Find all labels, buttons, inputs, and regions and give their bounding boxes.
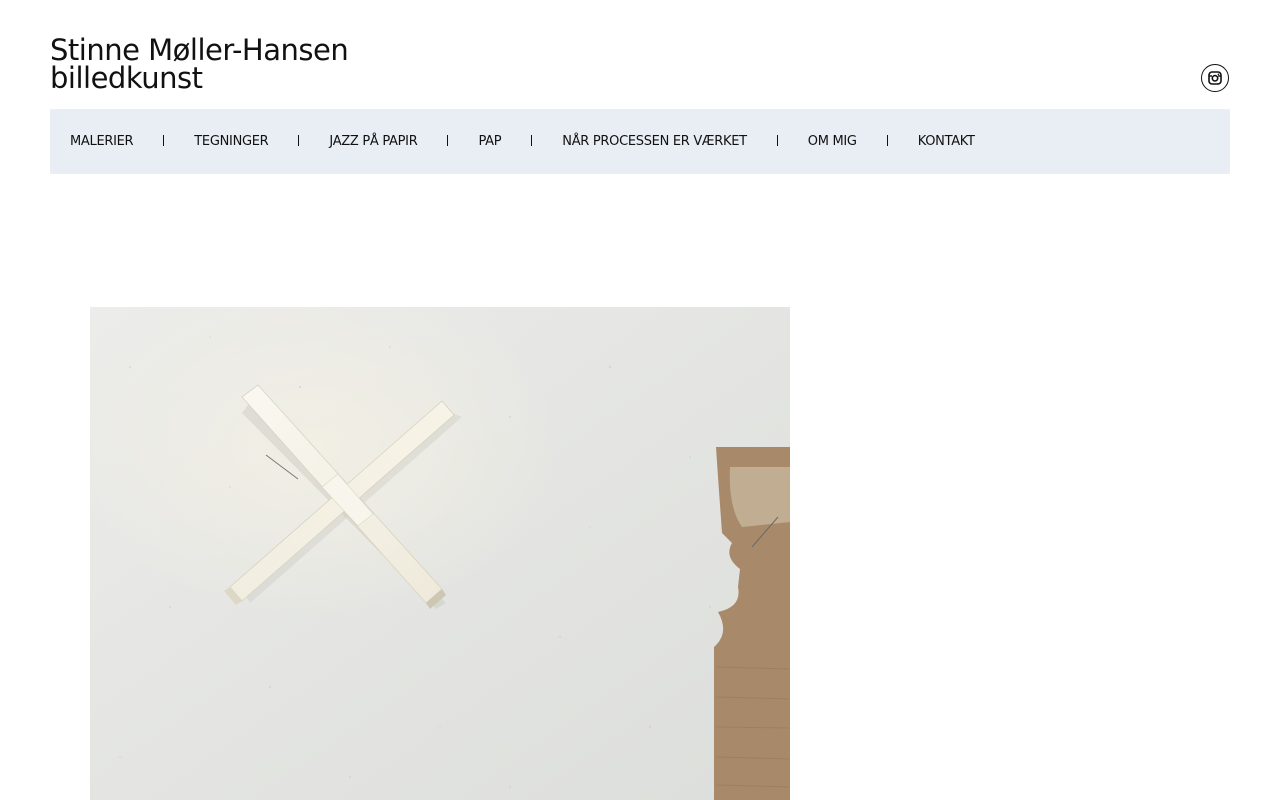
site-title[interactable]: Stinne Møller-Hansen billedkunst bbox=[50, 33, 349, 95]
nav-divider bbox=[163, 135, 165, 146]
nav-divider bbox=[447, 135, 449, 146]
nav-item-tegninger[interactable]: TEGNINGER bbox=[194, 134, 268, 149]
nav-item-malerier[interactable]: MALERIER bbox=[70, 134, 134, 149]
site-title-name: Stinne Møller-Hansen bbox=[50, 33, 349, 67]
nav-divider bbox=[531, 135, 533, 146]
artwork-image bbox=[90, 307, 790, 800]
nav-item-om-mig[interactable]: OM MIG bbox=[808, 134, 857, 149]
artwork-photo bbox=[90, 307, 790, 800]
nav-divider bbox=[298, 135, 300, 146]
site-title-subtitle: billedkunst bbox=[50, 61, 203, 95]
nav-divider bbox=[886, 135, 888, 146]
nav-item-kontakt[interactable]: KONTAKT bbox=[918, 134, 975, 149]
nav-item-pap[interactable]: PAP bbox=[478, 134, 501, 149]
site-header: Stinne Møller-Hansen billedkunst bbox=[50, 30, 1230, 108]
nav-item-jazz-paa-papir[interactable]: JAZZ PÅ PAPIR bbox=[329, 134, 417, 149]
main-navigation: MALERIER TEGNINGER JAZZ PÅ PAPIR PAP NÅR… bbox=[50, 109, 1230, 174]
instagram-icon bbox=[1208, 71, 1222, 85]
instagram-link[interactable] bbox=[1201, 64, 1229, 92]
nav-item-naar-processen-er-vaerket[interactable]: NÅR PROCESSEN ER VÆRKET bbox=[562, 134, 747, 149]
nav-divider bbox=[776, 135, 778, 146]
